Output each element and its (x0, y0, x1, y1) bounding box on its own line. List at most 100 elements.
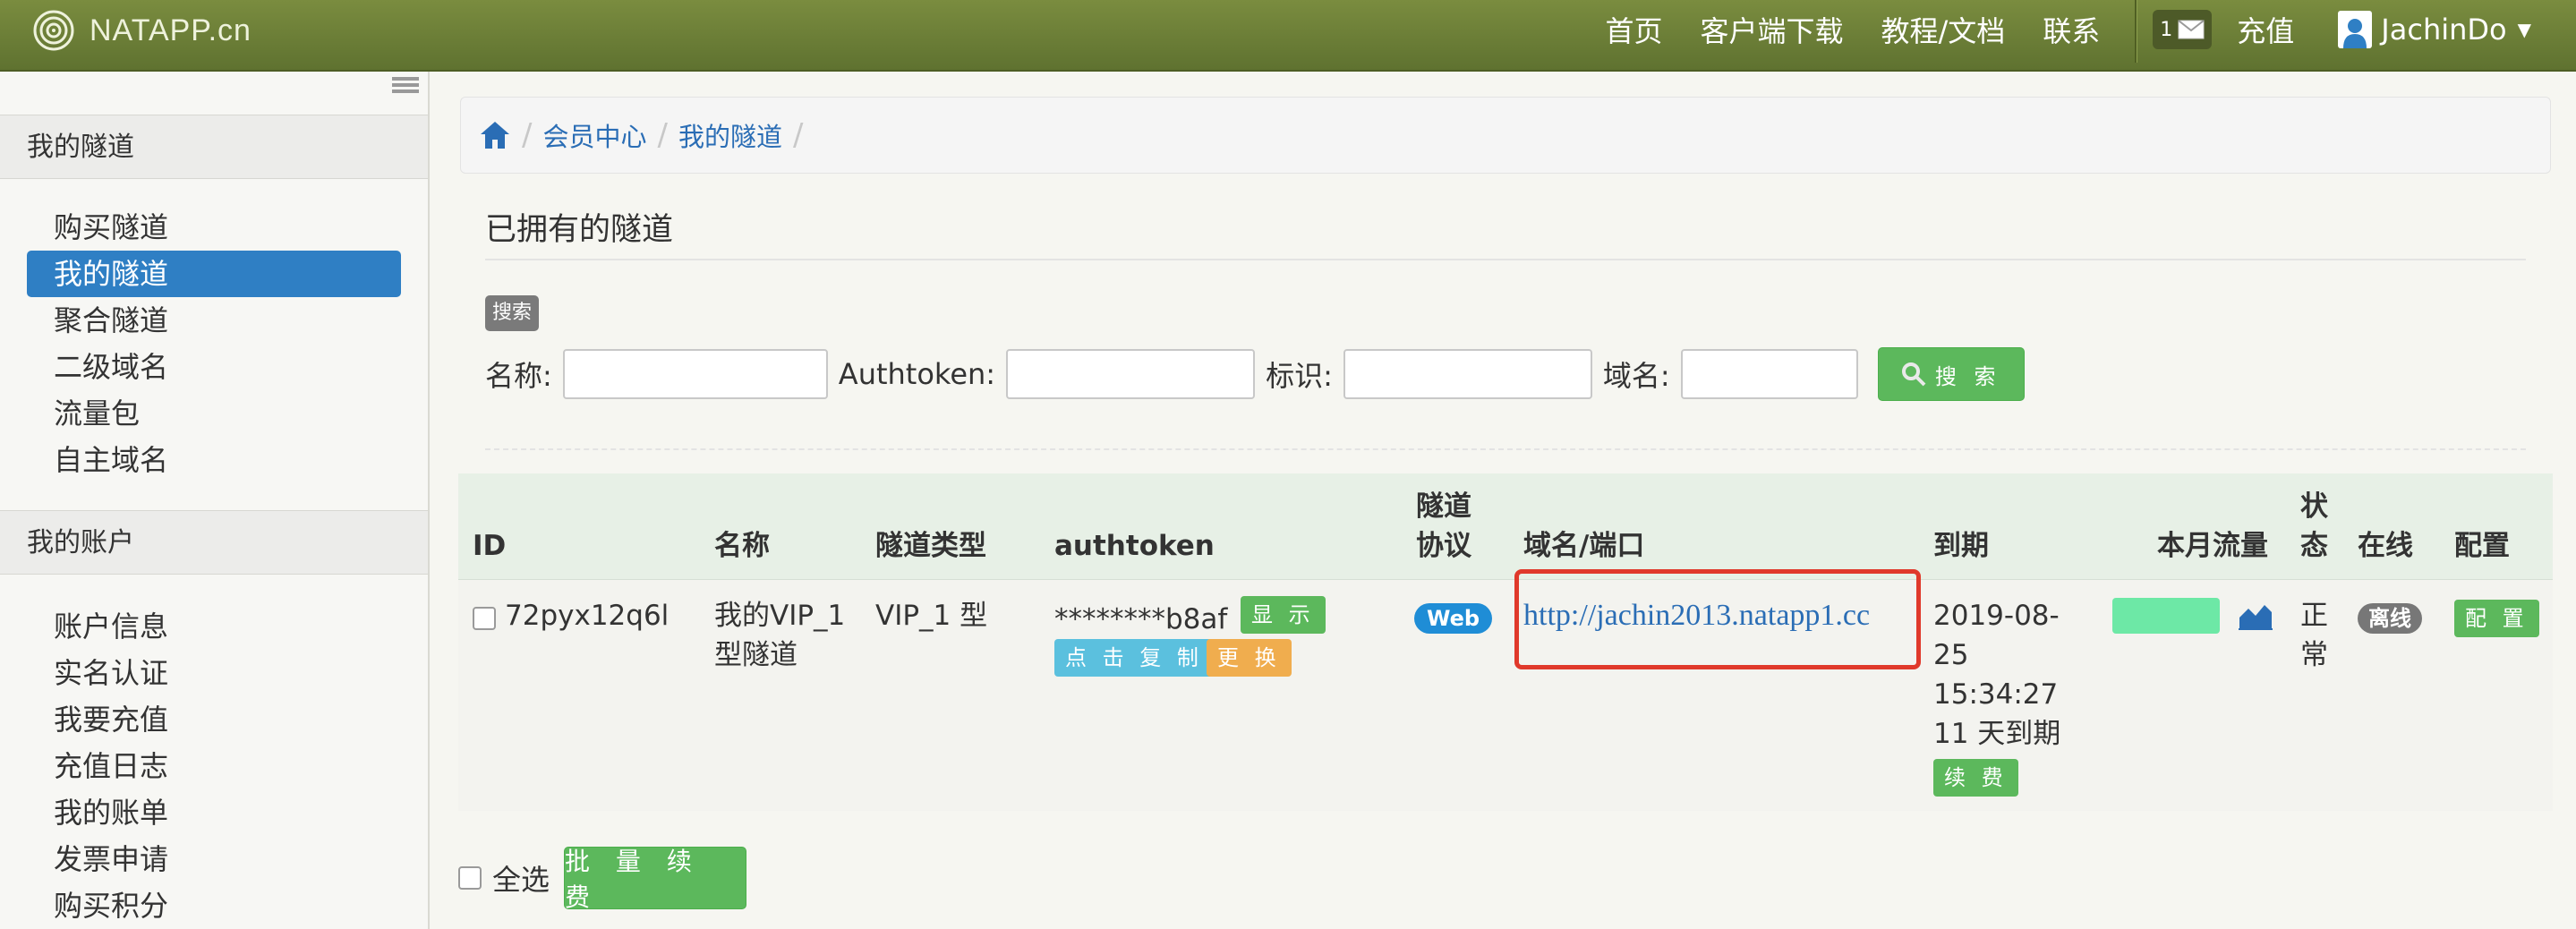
user-menu[interactable]: JachinDo ▼ (2338, 11, 2531, 48)
sidebar-item-invoice[interactable]: 发票申请 (27, 836, 401, 882)
th-name[interactable]: 名称 (714, 525, 770, 567)
authtoken-input[interactable] (1006, 349, 1256, 399)
traffic-bar (2112, 598, 2220, 634)
th-protocol-line1: 隧道 (1416, 490, 1471, 523)
area-chart-icon[interactable] (2238, 600, 2273, 630)
online-status-badge: 离线 (2358, 603, 2422, 634)
sidebar-item-buy-points[interactable]: 购买积分 (27, 882, 401, 929)
table-row: 72pyx12q6l 我的VIP_1 型隧道 VIP_1 型 ********b… (458, 580, 2553, 811)
batch-renew-button[interactable]: 批 量 续 费 (564, 847, 747, 912)
th-authtoken[interactable]: authtoken (1054, 525, 1215, 567)
sidebar-item-custom-domain[interactable]: 自主域名 (27, 437, 401, 483)
search-form: 名称: Authtoken: 标识: 域名: 搜 索 (485, 347, 2025, 401)
select-all-checkbox[interactable] (458, 866, 482, 890)
cell-expire-time: 15:34:27 (1933, 678, 2059, 711)
brand[interactable]: NATAPP.cn (32, 5, 252, 55)
sidebar-item-account-info[interactable]: 账户信息 (27, 603, 401, 650)
sidebar-collapse-icon[interactable] (392, 75, 419, 95)
sidebar-item-bills[interactable]: 我的账单 (27, 789, 401, 836)
th-status-line1: 状 (2300, 490, 2328, 523)
name-input[interactable] (562, 349, 828, 399)
search-button-label: 搜 索 (1934, 363, 2001, 389)
search-tag: 搜索 (485, 295, 540, 331)
home-icon[interactable] (479, 120, 511, 150)
domain-label: 域名: (1602, 359, 1670, 393)
sidebar-account-list: 账户信息 实名认证 我要充值 充值日志 我的账单 发票申请 购买积分 (27, 603, 401, 929)
config-button[interactable]: 配 置 (2454, 600, 2539, 637)
mark-input[interactable] (1343, 349, 1592, 399)
th-domain[interactable]: 域名/端口 (1523, 525, 1644, 567)
breadcrumb-my-tunnels[interactable]: 我的隧道 (678, 116, 782, 154)
cell-expire-date: 2019-08- (1933, 600, 2060, 632)
breadcrumb-separator: / (522, 117, 533, 153)
th-online[interactable]: 在线 (2358, 525, 2413, 567)
nav-links: 首页 客户端下载 教程/文档 联系 1 充值 JachinDo ▼ (1586, 0, 2576, 63)
sidebar-item-recharge-log[interactable]: 充值日志 (27, 743, 401, 789)
domain-input[interactable] (1680, 349, 1858, 399)
show-token-button[interactable]: 显 示 (1241, 596, 1326, 634)
top-navbar: NATAPP.cn 首页 客户端下载 教程/文档 联系 1 充值 JachinD… (0, 0, 2576, 72)
breadcrumb-member-center[interactable]: 会员中心 (542, 116, 646, 154)
change-token-button[interactable]: 更 换 (1207, 639, 1292, 677)
table-header: ID 名称 隧道类型 authtoken 隧道 协议 域名/端口 到期 本月流量… (458, 473, 2553, 581)
th-id[interactable]: ID (473, 525, 506, 567)
brand-text: NATAPP.cn (90, 13, 252, 47)
name-label: 名称: (485, 359, 552, 393)
search-button[interactable]: 搜 索 (1877, 347, 2025, 401)
nav-docs[interactable]: 教程/文档 (1881, 9, 2005, 50)
th-expire[interactable]: 到期 (1933, 525, 1989, 567)
nav-recharge[interactable]: 充值 (2237, 9, 2294, 50)
sidebar-item-aggregate-tunnel[interactable]: 聚合隧道 (27, 297, 401, 344)
th-traffic[interactable]: 本月流量 (2157, 525, 2268, 567)
protocol-badge: Web (1414, 603, 1493, 634)
username: JachinDo (2381, 13, 2507, 47)
page-title: 已拥有的隧道 (485, 212, 674, 248)
mail-badge[interactable]: 1 (2153, 10, 2213, 49)
sidebar-item-buy-tunnel[interactable]: 购买隧道 (27, 204, 401, 251)
sidebar-section-account[interactable]: 我的账户 (0, 510, 428, 575)
sidebar-item-traffic-pack[interactable]: 流量包 (27, 390, 401, 437)
th-protocol-line2: 协议 (1416, 530, 1471, 562)
cell-name-line1: 我的VIP_1 (714, 600, 846, 632)
renew-button[interactable]: 续 费 (1933, 759, 2018, 797)
natapp-logo-icon (33, 10, 74, 51)
search-icon (1901, 362, 1926, 387)
cell-expire-day: 25 (1933, 639, 1969, 671)
cell-name-line2: 型隧道 (714, 639, 798, 671)
authtoken-label: Authtoken: (838, 357, 996, 391)
cell-type: VIP_1 型 (875, 600, 988, 632)
cell-status-line2: 常 (2300, 639, 2328, 671)
sidebar-item-recharge[interactable]: 我要充值 (27, 696, 401, 743)
envelope-icon (2178, 20, 2205, 39)
th-type[interactable]: 隧道类型 (875, 525, 986, 567)
sidebar-section-tunnels[interactable]: 我的隧道 (0, 115, 428, 179)
nav-divider (2135, 0, 2137, 63)
sidebar-item-my-tunnels[interactable]: 我的隧道 (27, 251, 401, 297)
th-status-line2: 态 (2300, 530, 2328, 562)
domain-link[interactable]: http://jachin2013.natapp1.cc (1523, 596, 1870, 635)
bulk-actions: 全选 批 量 续 费 (458, 847, 747, 912)
sidebar: 我的隧道 购买隧道 我的隧道 聚合隧道 二级域名 流量包 自主域名 我的账户 账… (0, 72, 430, 929)
breadcrumb: / 会员中心 / 我的隧道 / (460, 97, 2551, 174)
nav-home[interactable]: 首页 (1605, 9, 1662, 50)
search-divider (485, 448, 2526, 450)
cell-status-line1: 正 (2300, 600, 2328, 632)
nav-client-download[interactable]: 客户端下载 (1700, 9, 1843, 50)
sidebar-item-subdomain[interactable]: 二级域名 (27, 344, 401, 390)
breadcrumb-separator: / (657, 117, 668, 153)
mark-label: 标识: (1266, 359, 1333, 393)
sidebar-tunnel-list: 购买隧道 我的隧道 聚合隧道 二级域名 流量包 自主域名 (27, 204, 401, 483)
mail-count: 1 (2160, 18, 2173, 41)
cell-id: 72pyx12q6l (505, 600, 670, 632)
select-all-label[interactable]: 全选 (492, 857, 550, 899)
chevron-down-icon: ▼ (2517, 19, 2531, 40)
title-divider (485, 259, 2526, 260)
nav-contact[interactable]: 联系 (2043, 9, 2100, 50)
sidebar-item-verification[interactable]: 实名认证 (27, 650, 401, 696)
th-config[interactable]: 配置 (2454, 525, 2510, 567)
user-avatar-icon (2338, 11, 2373, 48)
cell-authtoken: ********b8af (1054, 603, 1228, 635)
breadcrumb-separator: / (792, 117, 804, 153)
row-checkbox[interactable] (473, 607, 496, 630)
copy-token-button[interactable]: 点 击 复 制 (1054, 639, 1214, 677)
